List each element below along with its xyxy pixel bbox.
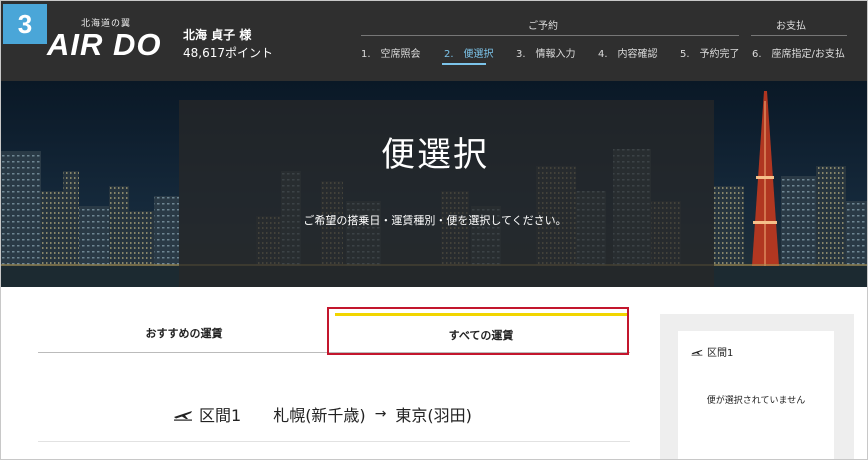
user-points: 48,617ポイント (183, 46, 273, 60)
user-name: 北海 貞子 様 (183, 28, 252, 42)
page-frame: 3 北海道の翼 AIR DO 北海 貞子 様 48,617ポイント ご予約 お支… (0, 0, 868, 460)
progress-group-reservation: ご予約 (528, 21, 558, 32)
site-header: 3 北海道の翼 AIR DO 北海 貞子 様 48,617ポイント ご予約 お支… (1, 1, 867, 81)
progress-step-seat-payment: 6. 座席指定/お支払 (752, 49, 845, 60)
step-number-badge: 3 (3, 4, 47, 44)
page-subtitle: ご希望の搭乗日・運賃種別・便を選択してください。 (303, 214, 567, 227)
segment-divider (38, 441, 630, 442)
active-step-underline (442, 63, 486, 65)
summary-segment-heading: 区間1 (691, 344, 733, 359)
hero-banner (1, 81, 867, 287)
segment-label: 区間1 (199, 406, 242, 425)
progress-step-complete: 5. 予約完了 (680, 49, 740, 60)
progress-step-flight-select: 2. 便選択 (444, 49, 494, 60)
airplane-icon (174, 411, 192, 421)
segment-heading: 区間1 札幌(新千歳) → 東京(羽田) (173, 401, 472, 427)
progress-group-divider (361, 35, 739, 36)
airdo-logo[interactable]: AIR DO (47, 27, 162, 63)
tab-recommended-fares[interactable]: おすすめの運賃 (39, 313, 329, 353)
summary-segment-label: 区間1 (707, 348, 734, 359)
no-flight-selected-message: 便が選択されていません (706, 396, 806, 406)
page-title: 便選択 (381, 135, 489, 175)
selection-highlight-box (327, 307, 629, 355)
progress-step-confirm: 4. 内容確認 (598, 49, 658, 60)
progress-group-divider (751, 35, 847, 36)
arrow-right-icon: → (374, 406, 387, 422)
progress-step-info-input: 3. 情報入力 (516, 49, 576, 60)
progress-step-search: 1. 空席照会 (361, 49, 421, 60)
segment-destination: 東京(羽田) (395, 406, 472, 425)
segment-origin: 札幌(新千歳) (273, 406, 366, 425)
progress-group-payment: お支払 (776, 21, 806, 32)
airplane-icon (691, 349, 703, 356)
